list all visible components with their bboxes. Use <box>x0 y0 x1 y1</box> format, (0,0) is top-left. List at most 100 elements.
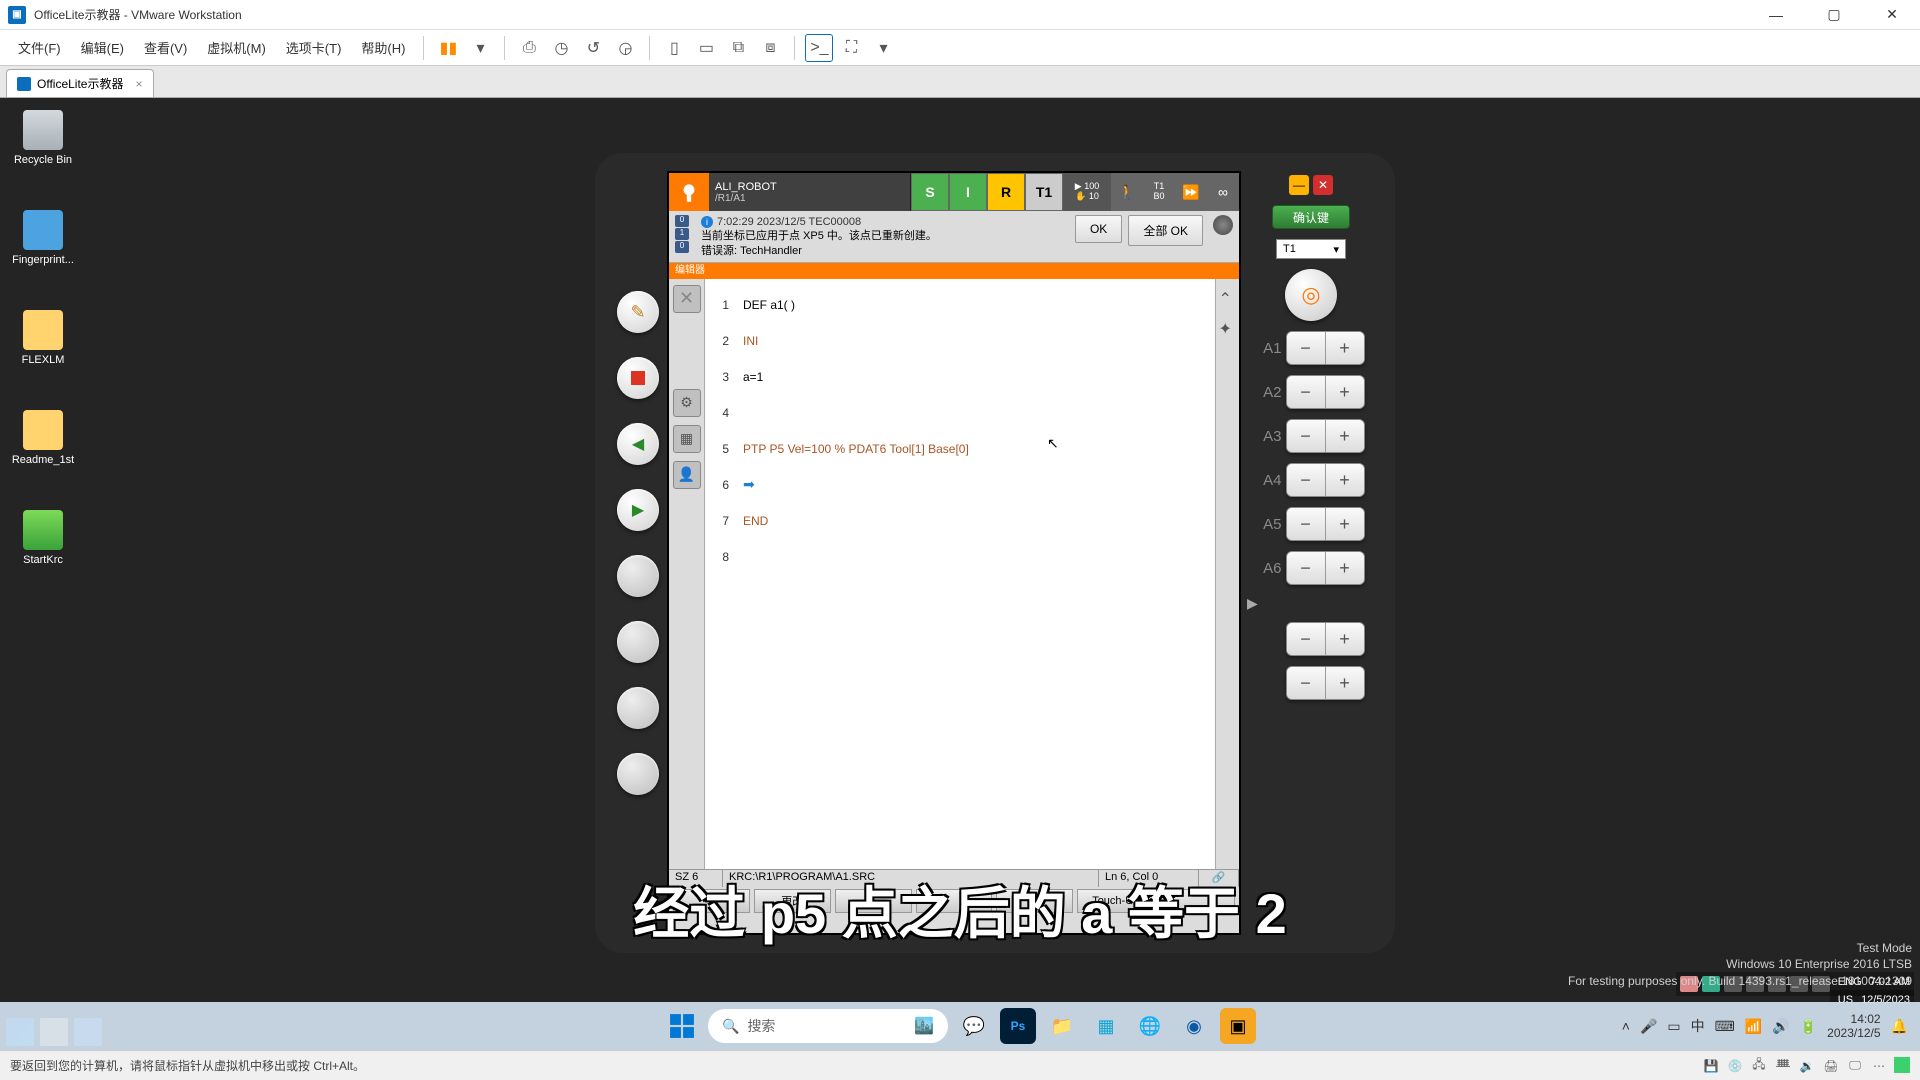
joystick-knob[interactable]: ◎ <box>1285 269 1337 321</box>
vm-view-single-icon[interactable]: ▯ <box>660 34 688 62</box>
a3-plus-button[interactable]: + <box>1326 420 1364 452</box>
vm-view-tile-icon[interactable]: ⧈ <box>756 34 784 62</box>
tool-base-indicator[interactable]: T1 B0 <box>1143 173 1175 211</box>
a4-plus-button[interactable]: + <box>1326 464 1364 496</box>
msg-counter-icons[interactable]: 010 <box>675 215 695 253</box>
a5-plus-button[interactable]: + <box>1326 508 1364 540</box>
msg-ok-button[interactable]: OK <box>1075 215 1122 243</box>
vm-snapshot-revert-icon[interactable]: ↺ <box>579 34 607 62</box>
status-display-icon[interactable]: 🖵 <box>1846 1057 1864 1075</box>
pad-blank-button-3[interactable] <box>617 687 659 729</box>
a3-minus-button[interactable]: − <box>1287 420 1325 452</box>
vm-snapshot-icon[interactable]: ◷ <box>547 34 575 62</box>
menu-help[interactable]: 帮助(H) <box>353 34 413 61</box>
taskbar-wechat-icon[interactable]: 💬 <box>956 1008 992 1044</box>
a4-minus-button[interactable]: − <box>1287 464 1325 496</box>
tray-keyboard-icon[interactable]: ⌨ <box>1715 1018 1735 1035</box>
gutter-grid-button[interactable]: ▦ <box>673 425 701 453</box>
pad-blank-button-2[interactable] <box>617 621 659 663</box>
taskbar-explorer-icon[interactable]: 📁 <box>1044 1008 1080 1044</box>
kuka-logo-icon[interactable] <box>669 173 709 211</box>
taskbar-photoshop-icon[interactable]: Ps <box>1000 1008 1036 1044</box>
confirm-key-button[interactable]: 确认键 <box>1272 205 1350 229</box>
window-maximize-button[interactable]: ▢ <box>1814 1 1854 29</box>
gutter-user-button[interactable]: 👤 <box>673 461 701 489</box>
msg-all-ok-button[interactable]: 全部 OK <box>1128 215 1203 246</box>
vm-tab-close-icon[interactable]: × <box>135 77 142 91</box>
infinity-icon[interactable]: ∞ <box>1207 173 1239 211</box>
vm-snapshot-manager-icon[interactable]: ◶ <box>611 34 639 62</box>
pad-edit-button[interactable] <box>617 291 659 333</box>
tray-notifications-icon[interactable]: 🔔 <box>1891 1018 1908 1035</box>
extra1-minus-button[interactable]: − <box>1287 623 1325 655</box>
extra1-plus-button[interactable]: + <box>1326 623 1364 655</box>
a2-minus-button[interactable]: − <box>1287 376 1325 408</box>
mode-select-dropdown[interactable]: T1▾ <box>1276 239 1346 259</box>
rail-up-icon[interactable]: ⌃ <box>1219 289 1237 307</box>
status-usb-icon[interactable]: ᚙ <box>1774 1057 1792 1075</box>
taskbar-app-icon[interactable]: ▦ <box>1088 1008 1124 1044</box>
desktop-icon-flexlm[interactable]: FLEXLM <box>8 310 78 366</box>
taskbar-edge-icon[interactable]: ◉ <box>1176 1008 1212 1044</box>
tray-chevron-up-icon[interactable]: ˄ <box>1622 1018 1630 1034</box>
desktop-icon-startkrc[interactable]: StartKrc <box>8 510 78 566</box>
pad-stop-button[interactable] <box>617 357 659 399</box>
status-fullscreen-icon[interactable] <box>1894 1057 1910 1073</box>
globe-icon[interactable] <box>1213 215 1233 235</box>
pad-close-button[interactable]: ✕ <box>1313 175 1333 195</box>
pad-blank-button-1[interactable] <box>617 555 659 597</box>
vm-fullscreen-dropdown[interactable]: ▾ <box>869 34 897 62</box>
vm-send-ctrl-alt-del-icon[interactable]: ⎙ <box>515 34 543 62</box>
status-disk-icon[interactable]: 💾 <box>1702 1057 1720 1075</box>
gutter-close-button[interactable]: ✕ <box>673 285 701 313</box>
window-close-button[interactable]: ✕ <box>1872 1 1912 29</box>
pad-play-button[interactable] <box>617 489 659 531</box>
status-more-icon[interactable]: ⋯ <box>1870 1057 1888 1075</box>
tray-news-icon[interactable]: ▭ <box>1667 1018 1680 1035</box>
editor-tab[interactable]: 编辑器 <box>669 263 1239 279</box>
robot-name-panel[interactable]: ALI_ROBOT /R1/A1 <box>709 173 911 211</box>
menu-vm[interactable]: 虚拟机(M) <box>199 34 274 61</box>
tray-volume-icon[interactable]: 🔊 <box>1772 1018 1789 1035</box>
status-cd-icon[interactable]: 💿 <box>1726 1057 1744 1075</box>
vm-tab-officelite[interactable]: OfficeLite示教器 × <box>6 69 154 97</box>
code-editor[interactable]: 1DEF a1( ) 2INI 3a=1 4 5PTP P5 Vel=100 %… <box>705 279 1215 869</box>
taskbar-vmware-icon[interactable]: ▣ <box>1220 1008 1256 1044</box>
incremental-icon[interactable]: ⏩ <box>1175 173 1207 211</box>
vm-fullscreen-icon[interactable]: ⛶ <box>837 34 865 62</box>
desktop-icon-readme[interactable]: Readme_1st <box>8 410 78 466</box>
mode-r-button[interactable]: R <box>987 173 1025 211</box>
tray-battery-icon[interactable]: 🔋 <box>1800 1018 1817 1035</box>
vm-view-unity-icon[interactable]: ⧉ <box>724 34 752 62</box>
vm-pause-button[interactable]: ▮▮ <box>434 34 462 62</box>
desktop-icon-recycle-bin[interactable]: Recycle Bin <box>8 110 78 166</box>
a2-plus-button[interactable]: + <box>1326 376 1364 408</box>
status-net-icon[interactable]: 🖧 <box>1750 1057 1768 1075</box>
pad-blank-button-4[interactable] <box>617 753 659 795</box>
host-clock[interactable]: 14:02 2023/12/5 <box>1827 1012 1880 1041</box>
desktop-icon-fingerprint[interactable]: Fingerprint... <box>8 210 78 266</box>
tray-mic-icon[interactable]: 🎤 <box>1640 1018 1657 1035</box>
tray-wifi-icon[interactable]: 📶 <box>1745 1018 1762 1035</box>
tray-ime-icon[interactable]: 中 <box>1691 1016 1705 1036</box>
mode-t1-button[interactable]: T1 <box>1025 173 1063 211</box>
extra2-minus-button[interactable]: − <box>1287 667 1325 699</box>
menu-view[interactable]: 查看(V) <box>136 34 195 61</box>
a1-minus-button[interactable]: − <box>1287 332 1325 364</box>
pad-back-button[interactable] <box>617 423 659 465</box>
a6-plus-button[interactable]: + <box>1326 552 1364 584</box>
host-search-box[interactable]: 🔍 搜索 🏙️ <box>708 1009 948 1043</box>
host-start-button[interactable] <box>664 1008 700 1044</box>
mode-i-button[interactable]: I <box>949 173 987 211</box>
a1-plus-button[interactable]: + <box>1326 332 1364 364</box>
vm-view-split-icon[interactable]: ▭ <box>692 34 720 62</box>
taskbar-chrome-icon[interactable]: 🌐 <box>1132 1008 1168 1044</box>
menu-file[interactable]: 文件(F) <box>10 34 69 61</box>
a6-minus-button[interactable]: − <box>1287 552 1325 584</box>
mode-s-button[interactable]: S <box>911 173 949 211</box>
speed-indicator[interactable]: ▶ 100 ✋ 10 <box>1063 173 1111 211</box>
menu-tabs[interactable]: 选项卡(T) <box>278 34 350 61</box>
rail-robot-icon[interactable]: ✦ <box>1219 319 1237 337</box>
jog-mode-icon[interactable]: 🚶 <box>1111 173 1143 211</box>
menu-edit[interactable]: 编辑(E) <box>73 34 132 61</box>
